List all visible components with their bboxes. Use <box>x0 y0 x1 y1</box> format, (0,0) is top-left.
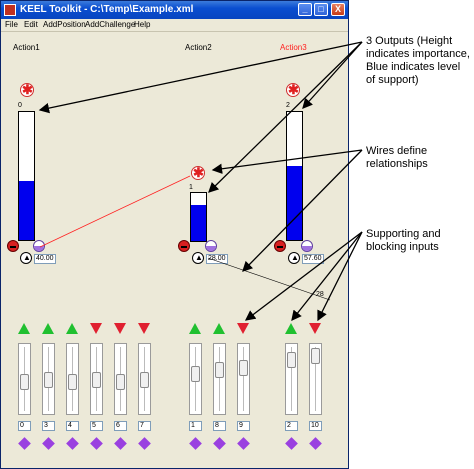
slider-thumb[interactable] <box>44 372 53 388</box>
menu-help[interactable]: Help <box>134 20 150 29</box>
action1-support-fill <box>19 181 34 240</box>
close-button[interactable]: X <box>331 3 345 16</box>
action1-star-icon[interactable] <box>20 82 34 98</box>
input-slider-8[interactable] <box>213 343 226 415</box>
action2-support-icon[interactable] <box>205 240 217 252</box>
slider-thumb[interactable] <box>311 348 320 364</box>
action3-block-icon[interactable] <box>274 240 286 252</box>
wire-value: 28 <box>316 291 324 298</box>
action1-label: Action1 <box>13 43 40 52</box>
action3-support-icon[interactable] <box>301 240 313 252</box>
input-connector-9-icon[interactable] <box>237 437 250 450</box>
action2-output-field[interactable]: 28.00 <box>206 254 228 264</box>
input-connector-7-icon[interactable] <box>189 437 202 450</box>
input-field-4[interactable]: 5 <box>90 421 103 431</box>
input-slider-9[interactable] <box>237 343 250 415</box>
title-bar[interactable]: KEEL Toolkit - C:\Temp\Example.xml _ □ X <box>1 1 348 19</box>
menu-edit[interactable]: Edit <box>24 20 38 29</box>
menu-bar: File Edit AddPosition AddChallenge Help <box>1 19 348 32</box>
input-slider-3[interactable] <box>66 343 79 415</box>
input-connector-1-icon[interactable] <box>18 437 31 450</box>
action1-output-field[interactable]: 40.00 <box>34 254 56 264</box>
input-connector-8-icon[interactable] <box>213 437 226 450</box>
slider-thumb[interactable] <box>215 362 224 378</box>
slider-thumb[interactable] <box>239 360 248 376</box>
input-connector-10-icon[interactable] <box>285 437 298 450</box>
supporting-input-3-icon[interactable] <box>66 323 78 334</box>
slider-thumb[interactable] <box>140 372 149 388</box>
slider-thumb[interactable] <box>92 372 101 388</box>
input-connector-3-icon[interactable] <box>66 437 79 450</box>
minimize-button[interactable]: _ <box>298 3 312 16</box>
supporting-input-5-icon[interactable] <box>213 323 225 334</box>
blocking-input-4-icon[interactable] <box>237 323 249 334</box>
input-field-11[interactable]: 10 <box>309 421 322 431</box>
maximize-button[interactable]: □ <box>314 3 328 16</box>
action3-output-field[interactable]: 57.60 <box>302 254 324 264</box>
keel-toolkit-window: KEEL Toolkit - C:\Temp\Example.xml _ □ X… <box>0 0 349 469</box>
supporting-input-2-icon[interactable] <box>42 323 54 334</box>
app-icon <box>4 4 16 16</box>
menu-addposition[interactable]: AddPosition <box>43 20 86 29</box>
input-slider-5[interactable] <box>114 343 127 415</box>
input-connector-5-icon[interactable] <box>114 437 127 450</box>
input-field-8[interactable]: 8 <box>213 421 226 431</box>
action2-block-icon[interactable] <box>178 240 190 252</box>
action1-support-icon[interactable] <box>33 240 45 252</box>
supporting-input-6-icon[interactable] <box>285 323 297 334</box>
input-slider-4[interactable] <box>90 343 103 415</box>
action2-support-fill <box>191 205 206 241</box>
supporting-input-1-icon[interactable] <box>18 323 30 334</box>
action1-block-icon[interactable] <box>7 240 19 252</box>
menu-addchallenge[interactable]: AddChallenge <box>85 20 135 29</box>
input-connector-6-icon[interactable] <box>138 437 151 450</box>
action3-support-fill <box>287 165 302 240</box>
outputs-note: 3 Outputs (Height indicates importance, … <box>366 35 470 86</box>
input-field-1[interactable]: 0 <box>18 421 31 431</box>
input-slider-2[interactable] <box>42 343 55 415</box>
action3-output-bar <box>286 111 303 241</box>
blocking-input-3-icon[interactable] <box>138 323 150 334</box>
input-field-2[interactable]: 3 <box>42 421 55 431</box>
slider-thumb[interactable] <box>116 374 125 390</box>
blocking-input-2-icon[interactable] <box>114 323 126 334</box>
input-field-10[interactable]: 2 <box>285 421 298 431</box>
input-connector-4-icon[interactable] <box>90 437 103 450</box>
action1-up-arrow-icon[interactable] <box>20 252 32 264</box>
input-slider-11[interactable] <box>309 343 322 415</box>
action2-label: Action2 <box>185 43 212 52</box>
blocking-input-5-icon[interactable] <box>309 323 321 334</box>
input-slider-1[interactable] <box>18 343 31 415</box>
action2-star-icon[interactable] <box>191 165 205 181</box>
input-field-9[interactable]: 9 <box>237 421 250 431</box>
supporting-input-4-icon[interactable] <box>189 323 201 334</box>
input-slider-6[interactable] <box>138 343 151 415</box>
input-slider-7[interactable] <box>189 343 202 415</box>
slider-thumb[interactable] <box>191 366 200 382</box>
input-field-5[interactable]: 6 <box>114 421 127 431</box>
wires-note: Wires define relationships <box>366 145 428 170</box>
action2-up-arrow-icon[interactable] <box>192 252 204 264</box>
menu-file[interactable]: File <box>5 20 18 29</box>
input-connector-11-icon[interactable] <box>309 437 322 450</box>
action1-value: 0 <box>18 102 22 109</box>
input-connector-2-icon[interactable] <box>42 437 55 450</box>
action3-star-icon[interactable] <box>286 82 300 98</box>
input-field-7[interactable]: 1 <box>189 421 202 431</box>
action3-up-arrow-icon[interactable] <box>288 252 300 264</box>
action1-output-bar <box>18 111 35 241</box>
input-field-6[interactable]: 7 <box>138 421 151 431</box>
action3-label: Action3 <box>280 43 307 52</box>
input-slider-10[interactable] <box>285 343 298 415</box>
window-title: KEEL Toolkit - C:\Temp\Example.xml <box>20 4 194 15</box>
slider-thumb[interactable] <box>20 374 29 390</box>
action2-value: 1 <box>189 184 193 191</box>
blocking-input-1-icon[interactable] <box>90 323 102 334</box>
slider-thumb[interactable] <box>287 352 296 368</box>
inputs-note: Supporting and blocking inputs <box>366 228 441 253</box>
action2-output-bar <box>190 192 207 242</box>
input-field-3[interactable]: 4 <box>66 421 79 431</box>
action3-value: 2 <box>286 102 290 109</box>
slider-thumb[interactable] <box>68 374 77 390</box>
